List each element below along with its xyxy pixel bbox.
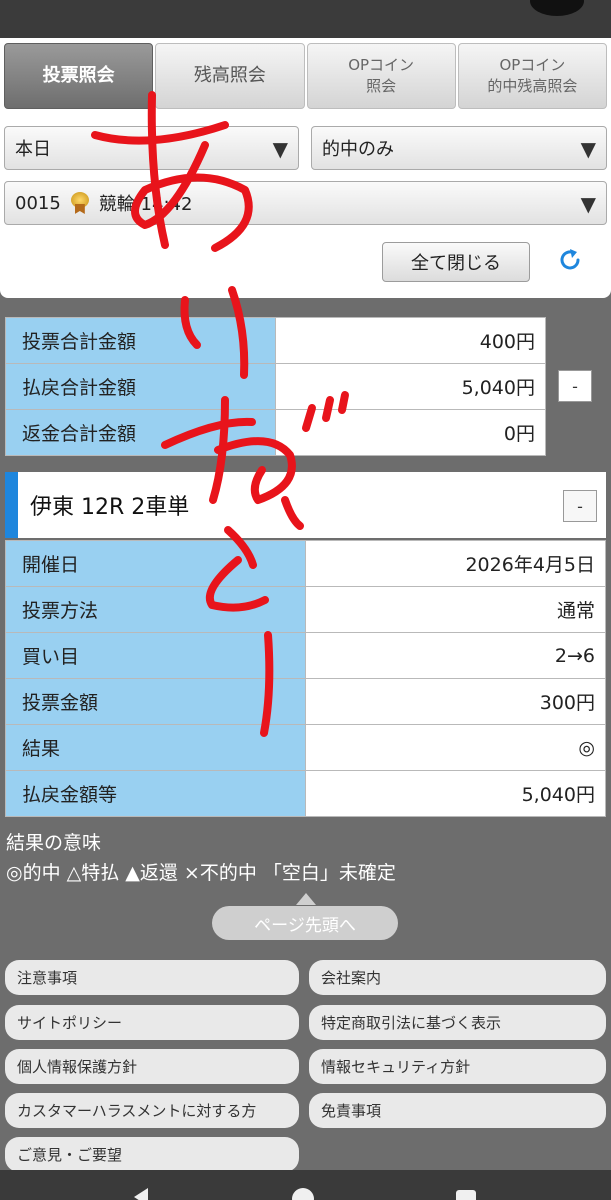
detail-value: 5,040円 [305,770,606,817]
medal-icon [69,192,91,214]
status-bar [0,0,611,38]
table-row: 投票方法 通常 [5,586,606,633]
close-all-button[interactable]: 全て閉じる [382,242,530,282]
summary-label: 返金合計金額 [5,409,276,456]
page-top-button[interactable]: ページ先頭へ [212,906,398,940]
detail-label: 開催日 [5,540,306,587]
triangle-down-icon: ▼ [580,137,596,161]
summary-collapse-button[interactable]: - [558,370,592,402]
table-row: 買い目 2→6 [5,632,606,679]
detail-value: 300円 [305,678,606,725]
camera-cutout [530,0,584,16]
detail-table: 開催日 2026年4月5日 投票方法 通常 買い目 2→6 投票金額 300円 … [5,540,606,817]
detail-value: ◎ [305,724,606,771]
detail-label: 投票金額 [5,678,306,725]
tab-balance-inquiry[interactable]: 残高照会 [155,43,305,109]
tab-op-coin-winning-balance[interactable]: OPコイン 的中残高照会 [457,43,607,109]
table-row: 開催日 2026年4月5日 [5,540,606,587]
detail-value: 通常 [305,586,606,633]
summary-table: 投票合計金額 400円 払戻合計金額 5,040円 返金合計金額 0円 [5,317,546,456]
race-collapse-button[interactable]: - [563,490,597,522]
tab-op-coin-inquiry[interactable]: OPコイン 照会 [306,43,456,109]
footer-link-disclaimer[interactable]: 免責事項 [309,1093,606,1128]
refresh-icon[interactable] [556,246,584,274]
table-row: 返金合計金額 0円 [5,409,546,456]
result-filter-value: 的中のみ [322,139,394,160]
result-filter-select[interactable]: 的中のみ ▼ [311,126,607,170]
summary-value: 400円 [275,317,546,364]
date-select[interactable]: 本日 ▼ [4,126,299,170]
race-header: 伊東 12R 2車単 [5,472,606,538]
race-select[interactable]: 0015 競輪 14:42 ▼ [4,181,607,225]
summary-value: 5,040円 [275,363,546,410]
detail-value: 2026年4月5日 [305,540,606,587]
date-select-value: 本日 [15,139,51,160]
legend-title: 結果の意味 [6,832,102,854]
footer-link-company[interactable]: 会社案内 [309,960,606,995]
tab-vote-inquiry[interactable]: 投票照会 [4,43,154,109]
table-row: 結果 ◎ [5,724,606,771]
footer-link-harassment[interactable]: カスタマーハラスメントに対する方 [5,1093,299,1128]
triangle-down-icon: ▼ [272,137,288,161]
triangle-down-icon: ▼ [580,192,596,216]
race-title: 伊東 12R 2車単 [30,495,190,520]
detail-label: 払戻金額等 [5,770,306,817]
footer-link-security[interactable]: 情報セキュリティ方針 [309,1049,606,1084]
detail-label: 結果 [5,724,306,771]
table-row: 投票合計金額 400円 [5,317,546,364]
footer-link-site-policy[interactable]: サイトポリシー [5,1005,299,1040]
race-label: 競輪 14:42 [98,194,193,215]
tab-bar: 投票照会 残高照会 OPコイン 照会 OPコイン 的中残高照会 [4,43,607,109]
race-number: 0015 [15,192,61,214]
summary-value: 0円 [275,409,546,456]
detail-value: 2→6 [305,632,606,679]
footer-link-commerce-law[interactable]: 特定商取引法に基づく表示 [309,1005,606,1040]
table-row: 払戻合計金額 5,040円 [5,363,546,410]
detail-label: 投票方法 [5,586,306,633]
summary-label: 投票合計金額 [5,317,276,364]
footer-link-notes[interactable]: 注意事項 [5,960,299,995]
table-row: 払戻金額等 5,040円 [5,770,606,817]
query-panel: 投票照会 残高照会 OPコイン 照会 OPコイン 的中残高照会 本日 ▼ 的中の… [0,38,611,298]
detail-label: 買い目 [5,632,306,679]
summary-label: 払戻合計金額 [5,363,276,410]
footer-link-feedback[interactable]: ご意見・ご要望 [5,1137,299,1172]
nav-back-icon[interactable] [134,1188,148,1200]
nav-recents-icon[interactable] [456,1190,476,1200]
page-top-arrow-icon [296,893,316,905]
table-row: 投票金額 300円 [5,678,606,725]
legend-text: ◎的中 △特払 ▲返還 ×不的中 「空白」未確定 [6,862,396,884]
footer-link-privacy[interactable]: 個人情報保護方針 [5,1049,299,1084]
